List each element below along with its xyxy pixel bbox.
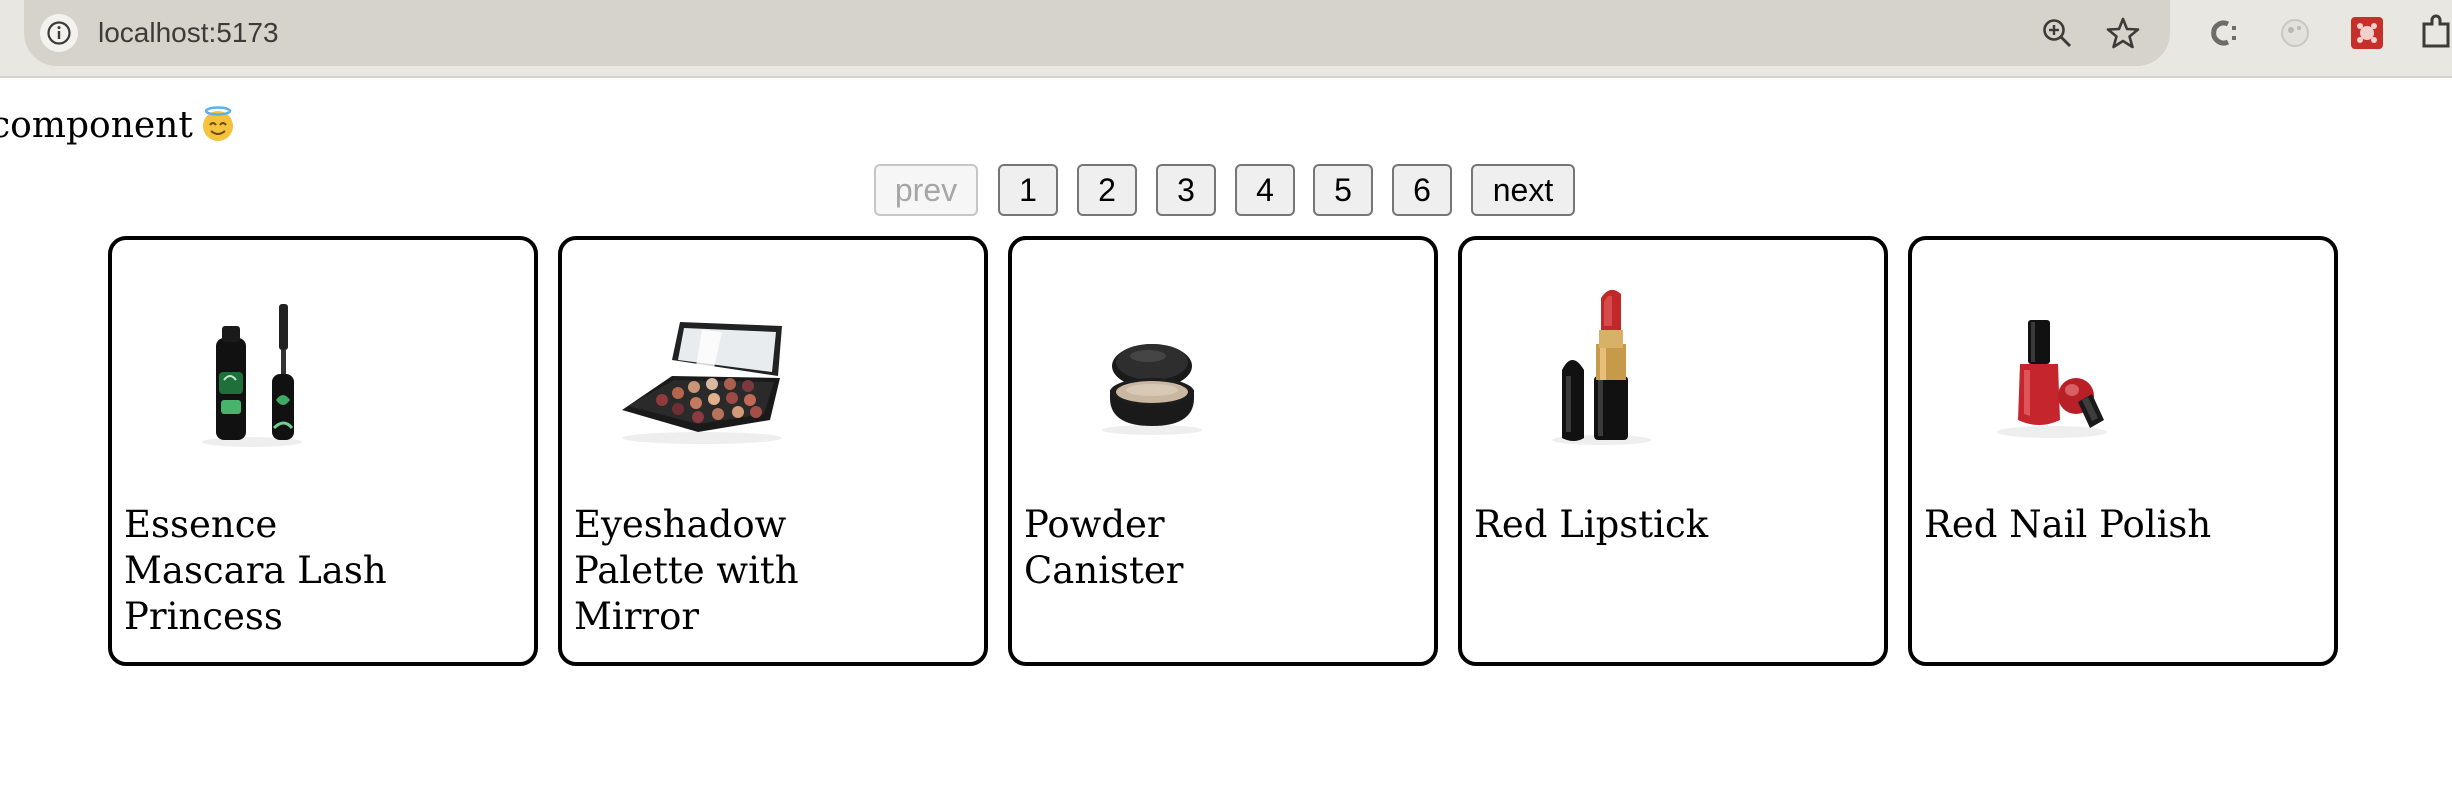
product-title: Eyeshadow Palette with Mirror: [574, 503, 799, 638]
next-button[interactable]: next: [1471, 164, 1575, 216]
eyeshadow-palette-image: [602, 280, 802, 460]
pagination: prev 1 2 3 4 5 6 next: [0, 164, 2452, 218]
product-card[interactable]: Red Lipstick: [1458, 236, 1888, 666]
browser-toolbar: localhost:5173: [0, 0, 2452, 78]
extension-c-icon[interactable]: [2204, 14, 2242, 52]
page-1-button[interactable]: 1: [998, 164, 1058, 216]
product-card[interactable]: Powder Canister: [1008, 236, 1438, 666]
page-6-button[interactable]: 6: [1392, 164, 1452, 216]
extension-circle-icon[interactable]: [2276, 14, 2314, 52]
bookmark-star-icon[interactable]: [2106, 16, 2140, 50]
lipstick-image: [1502, 280, 1702, 460]
product-title: Essence Mascara Lash Princess: [124, 503, 387, 638]
prev-button[interactable]: prev: [874, 164, 978, 216]
product-title: Powder Canister: [1024, 503, 1184, 592]
url-text[interactable]: localhost:5173: [98, 16, 279, 50]
product-card[interactable]: Red Nail Polish: [1908, 236, 2338, 666]
powder-canister-image: [1052, 280, 1252, 460]
address-bar[interactable]: [24, 0, 2170, 66]
product-title: Red Nail Polish: [1924, 503, 2212, 546]
page-heading: component: [0, 102, 237, 156]
page-4-button[interactable]: 4: [1235, 164, 1295, 216]
heading-text: component: [0, 105, 193, 146]
product-title: Red Lipstick: [1474, 503, 1709, 546]
mascara-image: [152, 280, 352, 460]
extensions-puzzle-icon[interactable]: [2420, 14, 2452, 52]
product-card[interactable]: Eyeshadow Palette with Mirror: [558, 236, 988, 666]
product-grid: Essence Mascara Lash Princess Eyeshadow …: [0, 236, 2452, 666]
extension-red-icon[interactable]: [2348, 14, 2386, 52]
nail-polish-image: [1952, 280, 2152, 460]
info-icon[interactable]: [40, 14, 78, 52]
page-3-button[interactable]: 3: [1156, 164, 1216, 216]
product-card[interactable]: Essence Mascara Lash Princess: [108, 236, 538, 666]
zoom-icon[interactable]: [2040, 16, 2074, 50]
page-2-button[interactable]: 2: [1077, 164, 1137, 216]
page-5-button[interactable]: 5: [1313, 164, 1373, 216]
smiling-halo-emoji: [199, 105, 237, 156]
